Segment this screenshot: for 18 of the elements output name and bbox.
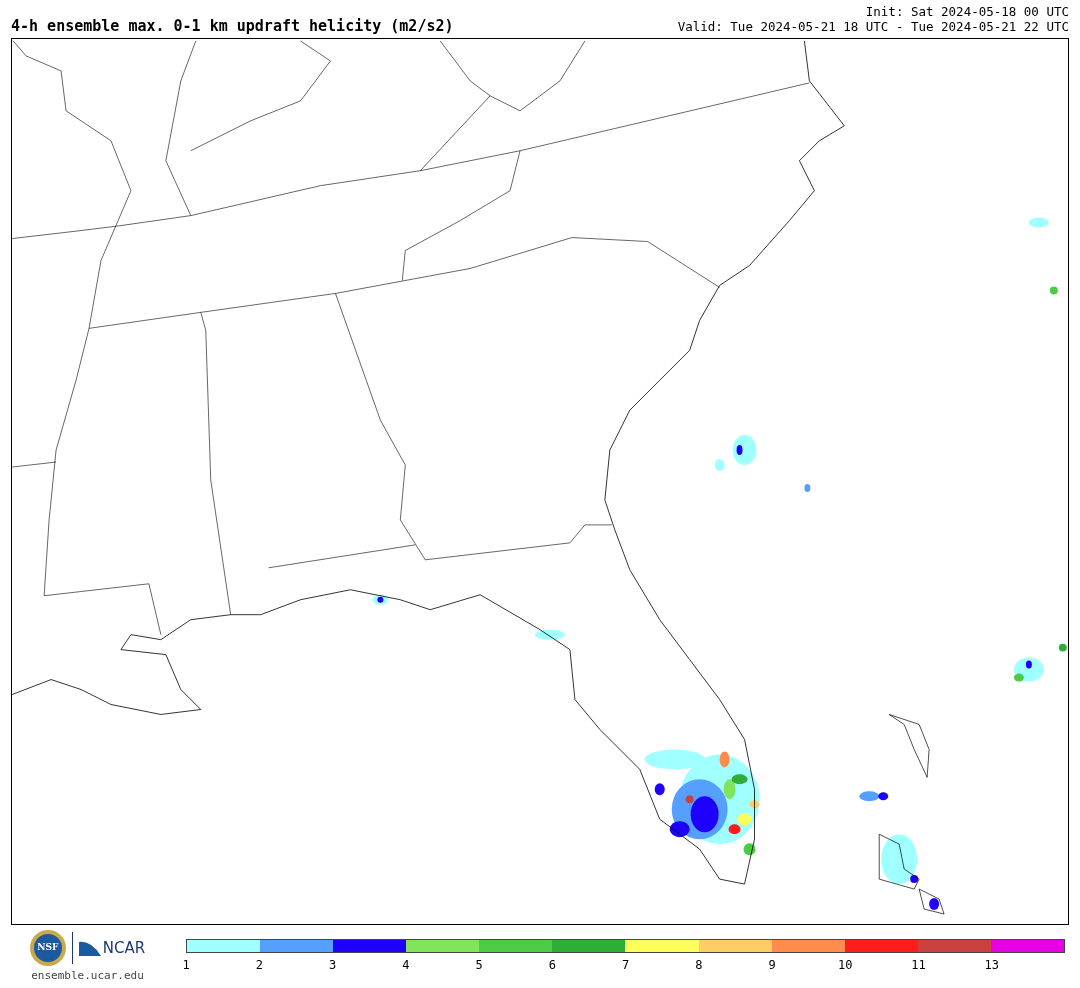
init-time: Init: Sat 2024-05-18 00 UTC	[865, 4, 1069, 19]
scale-label: 13	[984, 958, 999, 972]
scale-label: 2	[255, 958, 263, 972]
scale-label: 1	[182, 958, 190, 972]
scale-label: 7	[621, 958, 630, 972]
valid-time: Valid: Tue 2024-05-21 18 UTC - Tue 2024-05-21 22 UTC	[677, 19, 1069, 34]
scale-label: 11	[911, 958, 926, 972]
scale-label: 10	[838, 958, 853, 972]
scale-label: 9	[768, 958, 776, 972]
scale-label: 3	[328, 958, 337, 972]
map-title: 4-h ensemble max. 0-1 km updraft helicity (m2/s2)	[11, 19, 454, 34]
website-label: ensemble.ucar.edu	[31, 968, 144, 984]
scale-label: 5	[475, 958, 483, 972]
scale-label: 4	[402, 958, 410, 972]
scale-label: 8	[695, 958, 703, 972]
ncar-logo: NCAR	[78, 936, 146, 960]
seal-logo: NSF	[29, 930, 66, 966]
scale-label: 6	[548, 958, 556, 972]
